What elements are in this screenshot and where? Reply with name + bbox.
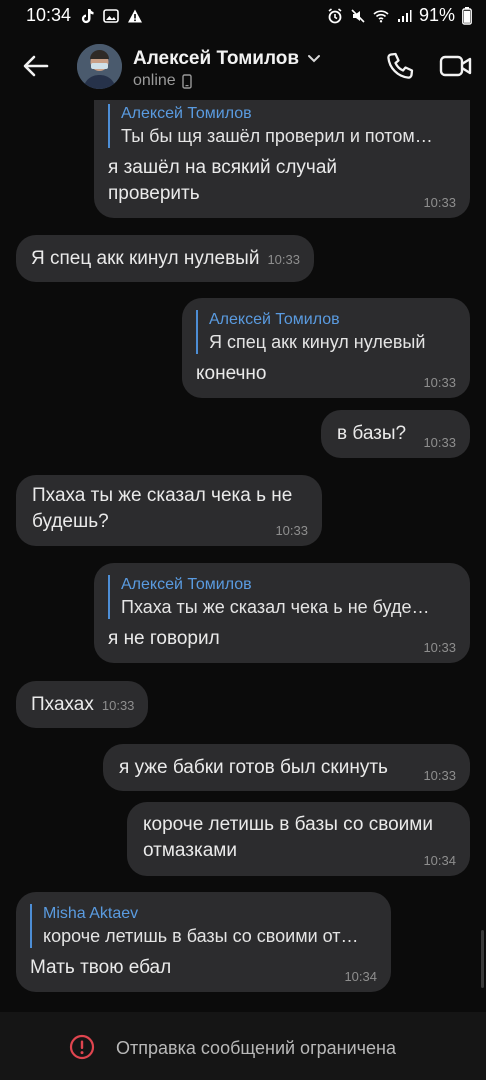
message-text: я не говорил [108, 628, 220, 649]
message-text-line: будешь? [32, 511, 109, 532]
signal-icon [397, 9, 412, 22]
reply-author: Misha Aktaev [43, 905, 139, 922]
message-text-line: короче летишь в базы со своими [143, 814, 433, 835]
mute-icon [351, 8, 365, 23]
message-text: Я спец акк кинул нулевый [31, 248, 260, 269]
message-text-line: отмазками [143, 840, 237, 861]
warning-circle-icon [69, 1034, 95, 1060]
wifi-icon [373, 9, 389, 22]
message-time: 10:33 [423, 768, 456, 783]
reply-text: Ты бы щя зашёл проверил и потом… [121, 126, 433, 146]
message-bubble-incoming[interactable]: Misha Aktaev короче летишь в базы со сво… [16, 892, 391, 992]
reply-text: Пхаха ты же сказал чека ь не буде… [121, 597, 430, 617]
message-text: короче летишь в базы со своими отмазками [143, 812, 456, 864]
chat-header: Алексей Томилов online [0, 32, 486, 100]
alert-icon [128, 9, 143, 22]
message-time: 10:33 [423, 195, 456, 210]
message-bubble-outgoing[interactable]: короче летишь в базы со своими отмазками… [127, 802, 470, 876]
mobile-device-icon [182, 73, 192, 89]
battery-level: 91% [418, 5, 455, 25]
message-time: 10:33 [423, 435, 456, 450]
status-bar: 10:34 91% [0, 0, 486, 32]
alarm-icon [328, 7, 342, 23]
message-text: Пхаха ты же сказал чека ь не будешь? [32, 483, 308, 535]
message-text-line: я зашёл на всякий случай [108, 157, 338, 178]
contact-status: online [133, 72, 192, 90]
restricted-banner: Отправка сообщений ограничена [0, 1012, 486, 1080]
scrollbar[interactable] [481, 930, 484, 988]
battery-icon [462, 6, 472, 25]
reply-author: Алексей Томилов [121, 576, 252, 593]
restricted-text: Отправка сообщений ограничена [116, 1038, 396, 1058]
chevron-down-icon [308, 55, 321, 63]
message-time: 10:33 [275, 523, 308, 538]
reply-quote[interactable]: Алексей Томилов Ты бы щя зашёл проверил … [108, 104, 456, 148]
contact-name[interactable]: Алексей Томилов [133, 48, 321, 70]
message-text-line: проверить [108, 183, 200, 204]
contact-name-text: Алексей Томилов [133, 48, 300, 69]
message-time: 10:33 [423, 375, 456, 390]
avatar[interactable] [77, 44, 122, 89]
message-time: 10:33 [101, 698, 135, 713]
message-text: в базы? [337, 423, 407, 444]
message-bubble-outgoing[interactable]: Алексей Томилов Я спец акк кинул нулевый… [182, 298, 470, 398]
online-status: online [133, 72, 176, 89]
message-text: Мать твою ебал [30, 957, 172, 978]
reply-quote[interactable]: Misha Aktaev короче летишь в базы со сво… [30, 904, 377, 948]
reply-quote[interactable]: Алексей Томилов Я спец акк кинул нулевый [196, 310, 456, 354]
reply-text: короче летишь в базы со своими от… [43, 926, 359, 946]
message-bubble-outgoing[interactable]: я уже бабки готов был скинуть 10:33 [103, 744, 470, 791]
phone-call-icon[interactable] [384, 50, 416, 82]
message-bubble-outgoing[interactable]: Алексей Томилов Ты бы щя зашёл проверил … [94, 100, 470, 218]
reply-text: Я спец акк кинул нулевый [209, 332, 426, 352]
message-bubble-incoming[interactable]: Я спец акк кинул нулевый 10:33 [16, 235, 314, 282]
reply-author: Алексей Томилов [121, 105, 252, 122]
reply-author: Алексей Томилов [209, 311, 340, 328]
reply-quote[interactable]: Алексей Томилов Пхаха ты же сказал чека … [108, 575, 456, 619]
message-bubble-incoming[interactable]: Пхахах 10:33 [16, 681, 149, 728]
gallery-icon [103, 8, 119, 23]
message-text: я зашёл на всякий случай проверить [108, 155, 456, 207]
tiktok-icon [81, 8, 94, 23]
message-list[interactable]: Алексей Томилов Ты бы щя зашёл проверил … [0, 100, 486, 1010]
message-time: 10:34 [344, 969, 377, 984]
message-text-line: Пхаха ты же сказал чека ь не [32, 485, 293, 506]
video-call-icon[interactable] [439, 52, 473, 80]
message-time: 10:34 [423, 853, 456, 868]
message-bubble-incoming[interactable]: Пхаха ты же сказал чека ь не будешь? 10:… [16, 475, 322, 546]
message-bubble-outgoing[interactable]: в базы? 10:33 [321, 410, 470, 458]
back-arrow-icon[interactable] [20, 50, 52, 82]
message-time: 10:33 [423, 640, 456, 655]
message-text: я уже бабки готов был скинуть [119, 757, 388, 778]
message-text: конечно [196, 363, 267, 384]
message-text: Пхахах [31, 694, 94, 715]
message-bubble-outgoing[interactable]: Алексей Томилов Пхаха ты же сказал чека … [94, 563, 470, 663]
message-time: 10:33 [267, 252, 300, 267]
clock: 10:34 [26, 5, 72, 25]
